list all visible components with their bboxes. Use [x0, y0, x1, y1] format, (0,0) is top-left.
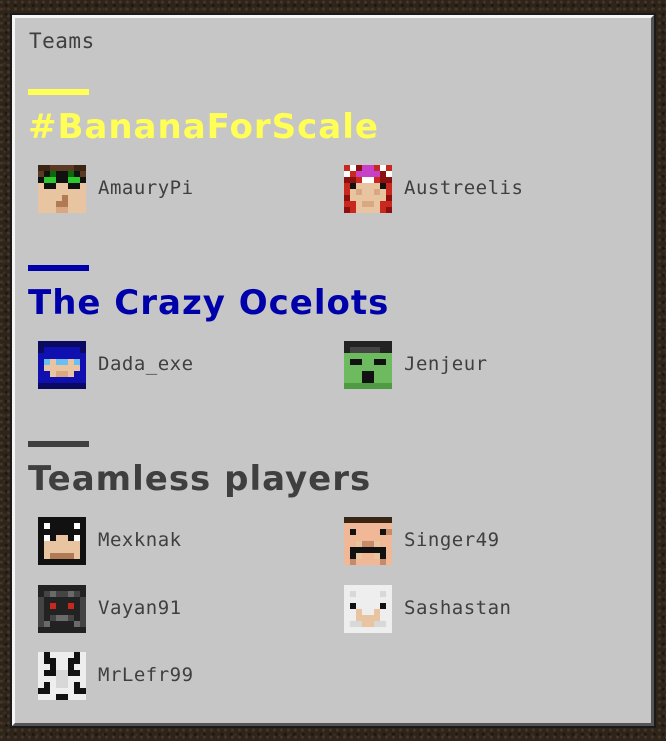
- player-head-icon: [38, 341, 86, 389]
- player-name: MrLefr99: [98, 664, 194, 686]
- player-head-icon: [344, 585, 392, 633]
- player-head-icon: [38, 517, 86, 565]
- player-name: Singer49: [404, 529, 500, 551]
- player-head-icon: [38, 652, 86, 700]
- player-name: AmauryPi: [98, 177, 194, 199]
- teams-panel: Teams #BananaForScale AmauryPi Austreeli…: [12, 15, 654, 726]
- player-name: Vayan91: [98, 597, 182, 619]
- team-color-bar: [28, 441, 89, 447]
- team-name: The Crazy Ocelots: [28, 283, 390, 323]
- player-head-icon: [344, 165, 392, 213]
- player-head-icon: [38, 165, 86, 213]
- team-name: #BananaForScale: [28, 107, 379, 147]
- player-name: Sashastan: [404, 597, 512, 619]
- player-head-icon: [38, 585, 86, 633]
- team-color-bar: [28, 89, 89, 95]
- player-name: Austreelis: [404, 177, 524, 199]
- team-color-bar: [28, 265, 89, 271]
- player-name: Jenjeur: [404, 353, 488, 375]
- player-name: Mexknak: [98, 529, 182, 551]
- player-name: Dada_exe: [98, 353, 194, 375]
- team-name: Teamless players: [28, 459, 372, 499]
- player-head-icon: [344, 341, 392, 389]
- player-head-icon: [344, 517, 392, 565]
- panel-title: Teams: [29, 29, 95, 53]
